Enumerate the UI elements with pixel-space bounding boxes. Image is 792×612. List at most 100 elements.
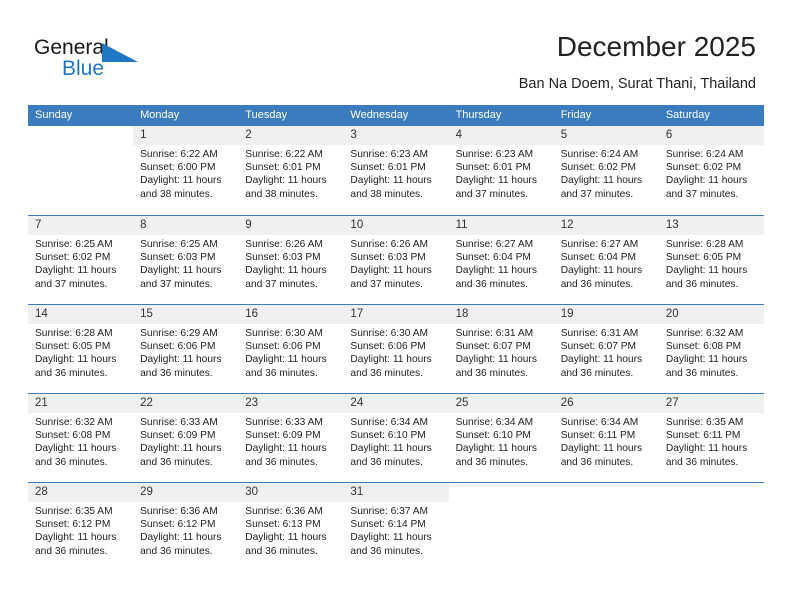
day-number: 16 <box>245 308 259 320</box>
day-number: 3 <box>350 129 357 141</box>
sunrise-text: Sunrise: 6:33 AM <box>140 417 218 428</box>
sunset-text: Sunset: 6:06 PM <box>350 341 426 353</box>
calendar-day-cell[interactable]: 24 Sunrise: 6:34 AM Sunset: 6:10 PM Dayligh… <box>343 394 449 482</box>
sunset-text: Sunset: 6:06 PM <box>140 341 216 353</box>
calendar-day-cell[interactable]: 6 Sunrise: 6:24 AM Sunset: 6:02 PM Daylight… <box>658 126 764 215</box>
calendar-day-cell[interactable]: 21 Sunrise: 6:32 AM Sunset: 6:08 PM Dayligh… <box>28 394 134 482</box>
weekday-header-wednesday: Wednesday <box>350 109 409 121</box>
day-number-band: 16 <box>238 305 344 324</box>
sunrise-text: Sunrise: 6:22 AM <box>245 149 323 160</box>
day-sun-info: Sunrise: 6:23 AM Sunset: 6:01 PM Daylight:… <box>343 145 448 201</box>
weekday-header-saturday: Saturday <box>665 109 710 121</box>
sunrise-text: Sunrise: 6:36 AM <box>140 506 218 517</box>
day-number: 9 <box>245 219 252 231</box>
day-number-band: 17 <box>343 305 449 324</box>
day-sun-info: Sunrise: 6:35 AM Sunset: 6:11 PM Daylight:… <box>659 413 764 469</box>
day-number: 28 <box>35 486 48 498</box>
daylight-text: Daylight: 11 hours and 36 minutes. <box>245 532 327 557</box>
calendar-day-cell[interactable]: 7 Sunrise: 6:25 AM Sunset: 6:02 PM Daylight… <box>28 216 134 304</box>
calendar-day-cell[interactable]: 14 Sunrise: 6:28 AM Sunset: 6:05 PM Dayligh… <box>28 305 134 393</box>
daylight-text: Daylight: 11 hours and 38 minutes. <box>140 175 222 200</box>
calendar-day-cell[interactable]: 17 Sunrise: 6:30 AM Sunset: 6:06 PM Dayligh… <box>343 305 449 393</box>
day-number: 2 <box>245 129 252 141</box>
day-number: 25 <box>455 397 469 409</box>
sunrise-text: Sunrise: 6:32 AM <box>35 417 113 428</box>
calendar-week-row: 1 Sunrise: 6:22 AM Sunset: 6:00 PM Daylight… <box>28 126 764 215</box>
calendar-day-cell[interactable]: 18 Sunrise: 6:31 AM Sunset: 6:07 PM Dayligh… <box>448 305 554 393</box>
daylight-text: Daylight: 11 hours and 36 minutes. <box>665 265 748 290</box>
calendar-day-cell[interactable]: 29 Sunrise: 6:36 AM Sunset: 6:12 PM Dayligh… <box>133 483 239 571</box>
sunset-text: Sunset: 6:02 PM <box>35 252 111 264</box>
day-sun-info: Sunrise: 6:31 AM Sunset: 6:07 PM Daylight:… <box>554 324 659 380</box>
sunrise-text: Sunrise: 6:29 AM <box>140 328 218 339</box>
calendar-day-cell[interactable]: 10 Sunrise: 6:26 AM Sunset: 6:03 PM Dayligh… <box>343 216 449 304</box>
calendar-day-cell[interactable]: 13 Sunrise: 6:28 AM Sunset: 6:05 PM Dayligh… <box>658 216 764 304</box>
calendar-day-cell[interactable]: 23 Sunrise: 6:33 AM Sunset: 6:09 PM Dayligh… <box>238 394 344 482</box>
daylight-text: Daylight: 11 hours and 36 minutes. <box>455 265 537 290</box>
day-number-band: 21 <box>28 394 134 413</box>
calendar-day-cell[interactable]: 9 Sunrise: 6:26 AM Sunset: 6:03 PM Daylight… <box>238 216 344 304</box>
day-number: 22 <box>140 397 153 409</box>
calendar-day-cell[interactable]: 2 Sunrise: 6:22 AM Sunset: 6:01 PM Daylight… <box>238 126 344 215</box>
calendar-page: General Blue December 2025 Ban Na Doem, … <box>0 0 792 612</box>
calendar-day-cell[interactable]: 19 Sunrise: 6:31 AM Sunset: 6:07 PM Dayligh… <box>553 305 659 393</box>
sunset-text: Sunset: 6:02 PM <box>560 162 637 174</box>
day-number: 12 <box>560 219 574 231</box>
sunrise-text: Sunrise: 6:31 AM <box>560 328 639 339</box>
day-sun-info: Sunrise: 6:24 AM Sunset: 6:02 PM Daylight:… <box>554 145 659 201</box>
calendar-day-cell[interactable]: 11 Sunrise: 6:27 AM Sunset: 6:04 PM Dayligh… <box>448 216 554 304</box>
calendar-week-row: 7 Sunrise: 6:25 AM Sunset: 6:02 PM Daylight… <box>28 215 764 304</box>
calendar-day-cell[interactable]: 12 Sunrise: 6:27 AM Sunset: 6:04 PM Dayligh… <box>553 216 659 304</box>
day-number: 14 <box>35 308 48 320</box>
day-number-band: 11 <box>448 216 554 235</box>
day-number-band <box>28 126 133 145</box>
day-number-band: 24 <box>343 394 449 413</box>
day-number-band: 2 <box>238 126 344 145</box>
general-blue-logo[interactable]: General Blue <box>34 36 164 86</box>
day-sun-info: Sunrise: 6:34 AM Sunset: 6:10 PM Daylight:… <box>449 413 554 469</box>
calendar-day-cell[interactable]: 20 Sunrise: 6:32 AM Sunset: 6:08 PM Dayligh… <box>658 305 764 393</box>
sunset-text: Sunset: 6:11 PM <box>560 430 636 442</box>
calendar-week-row: 28 Sunrise: 6:35 AM Sunset: 6:12 PM Dayligh… <box>28 482 764 571</box>
day-number-band: 18 <box>448 305 554 324</box>
day-number: 18 <box>455 308 469 320</box>
calendar-day-cell[interactable]: 8 Sunrise: 6:25 AM Sunset: 6:03 PM Daylight… <box>133 216 239 304</box>
day-sun-info: Sunrise: 6:25 AM Sunset: 6:02 PM Daylight:… <box>28 235 133 291</box>
calendar-day-cell[interactable]: 4 Sunrise: 6:23 AM Sunset: 6:01 PM Daylight… <box>448 126 554 215</box>
day-number-band: 10 <box>343 216 449 235</box>
sunset-text: Sunset: 6:10 PM <box>455 430 531 442</box>
calendar-day-cell[interactable]: 27 Sunrise: 6:35 AM Sunset: 6:11 PM Dayligh… <box>658 394 764 482</box>
day-number-band <box>554 483 659 502</box>
sunrise-text: Sunrise: 6:33 AM <box>245 417 323 428</box>
sunset-text: Sunset: 6:10 PM <box>350 430 426 442</box>
day-number: 4 <box>455 129 462 141</box>
sunset-text: Sunset: 6:02 PM <box>665 162 742 174</box>
day-sun-info: Sunrise: 6:32 AM Sunset: 6:08 PM Daylight:… <box>659 324 764 380</box>
sunrise-text: Sunrise: 6:30 AM <box>350 328 429 339</box>
calendar-day-cell[interactable]: 22 Sunrise: 6:33 AM Sunset: 6:09 PM Dayligh… <box>133 394 239 482</box>
calendar-day-cell[interactable]: 16 Sunrise: 6:30 AM Sunset: 6:06 PM Dayligh… <box>238 305 344 393</box>
calendar-day-cell[interactable]: 15 Sunrise: 6:29 AM Sunset: 6:06 PM Dayligh… <box>133 305 239 393</box>
daylight-text: Daylight: 11 hours and 38 minutes. <box>245 175 327 200</box>
calendar-day-cell-empty <box>658 483 764 571</box>
day-number: 24 <box>350 397 364 409</box>
calendar-day-cell[interactable]: 1 Sunrise: 6:22 AM Sunset: 6:00 PM Daylight… <box>133 126 239 215</box>
sunset-text: Sunset: 6:05 PM <box>35 341 111 353</box>
weekday-header-tuesday: Tuesday <box>245 109 288 121</box>
day-sun-info: Sunrise: 6:30 AM Sunset: 6:06 PM Daylight:… <box>343 324 448 380</box>
sunset-text: Sunset: 6:09 PM <box>140 430 216 442</box>
day-number: 26 <box>560 397 574 409</box>
day-number: 23 <box>245 397 259 409</box>
day-number-band <box>449 483 554 502</box>
page-header: General Blue December 2025 Ban Na Doem, … <box>0 0 792 104</box>
calendar-day-cell[interactable]: 31 Sunrise: 6:37 AM Sunset: 6:14 PM Dayligh… <box>343 483 449 571</box>
calendar-day-cell[interactable]: 30 Sunrise: 6:36 AM Sunset: 6:13 PM Dayligh… <box>238 483 344 571</box>
calendar-day-cell[interactable]: 28 Sunrise: 6:35 AM Sunset: 6:12 PM Dayligh… <box>28 483 134 571</box>
calendar-day-cell[interactable]: 25 Sunrise: 6:34 AM Sunset: 6:10 PM Dayligh… <box>448 394 554 482</box>
day-sun-info: Sunrise: 6:37 AM Sunset: 6:14 PM Daylight:… <box>343 502 448 558</box>
daylight-text: Daylight: 11 hours and 36 minutes. <box>455 354 537 379</box>
calendar-day-cell[interactable]: 26 Sunrise: 6:34 AM Sunset: 6:11 PM Dayligh… <box>553 394 659 482</box>
day-sun-info: Sunrise: 6:26 AM Sunset: 6:03 PM Daylight:… <box>238 235 343 291</box>
calendar-day-cell[interactable]: 5 Sunrise: 6:24 AM Sunset: 6:02 PM Daylight… <box>553 126 659 215</box>
calendar-day-cell[interactable]: 3 Sunrise: 6:23 AM Sunset: 6:01 PM Daylight… <box>343 126 449 215</box>
